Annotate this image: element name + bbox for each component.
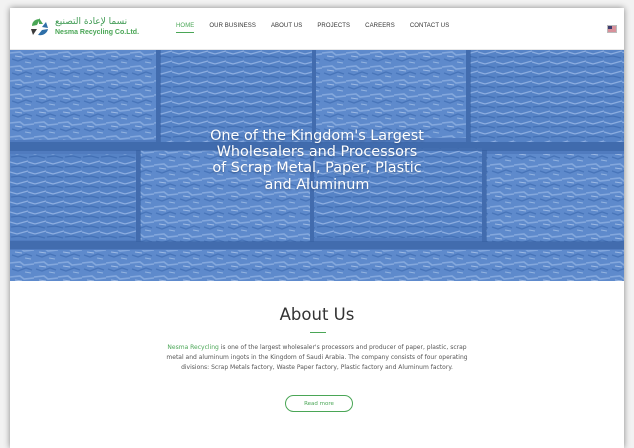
- nav-projects[interactable]: PROJECTS: [317, 23, 350, 33]
- brand-link[interactable]: Nesma Recycling: [167, 344, 218, 351]
- recycle-logo-icon: [31, 18, 48, 36]
- nav-contact-us[interactable]: CONTACT US: [410, 23, 449, 33]
- us-flag-icon[interactable]: [607, 25, 617, 33]
- page-frame: نسما لإعادة التصنيع Nesma Recycling Co.L…: [10, 8, 624, 448]
- logo-english-text: Nesma Recycling Co.Ltd.: [55, 29, 140, 36]
- about-title: About Us: [279, 305, 355, 324]
- about-divider: [310, 332, 326, 333]
- nav-home[interactable]: HOME: [176, 23, 195, 33]
- site-logo[interactable]: نسما لإعادة التصنيع Nesma Recycling Co.L…: [29, 17, 139, 37]
- about-description: Nesma Recycling is one of the largest wh…: [160, 343, 474, 373]
- read-more-button[interactable]: Read more: [285, 395, 353, 412]
- logo-arabic-text: نسما لإعادة التصنيع: [55, 17, 128, 27]
- hero-title: One of the Kingdom's Largest Wholesalers…: [210, 128, 424, 193]
- nav-careers[interactable]: CAREERS: [365, 23, 395, 33]
- site-header: نسما لإعادة التصنيع Nesma Recycling Co.L…: [10, 8, 624, 50]
- main-nav: HOME OUR BUSINESS ABOUT US PROJECTS CARE…: [176, 23, 464, 33]
- nav-our-business[interactable]: OUR BUSINESS: [209, 23, 256, 33]
- nav-about-us[interactable]: ABOUT US: [271, 23, 302, 33]
- hero-banner: One of the Kingdom's Largest Wholesalers…: [10, 50, 624, 281]
